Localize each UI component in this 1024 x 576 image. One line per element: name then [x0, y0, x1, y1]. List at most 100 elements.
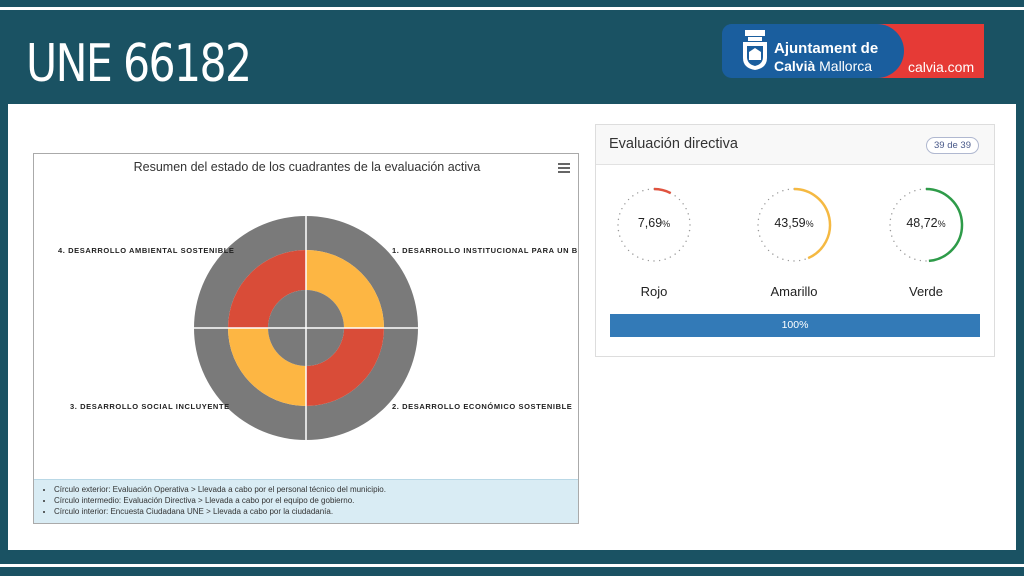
chart-title: Resumen del estado de los cuadrantes de …	[133, 160, 481, 174]
gauge-arc	[653, 187, 672, 195]
gauge-unit: %	[805, 219, 814, 229]
gauge-tick	[776, 192, 779, 194]
gauge-tick	[636, 192, 639, 194]
note-middle-circle: Círculo intermedio: Evaluación Directiva…	[54, 495, 578, 506]
gauge-tick	[685, 240, 687, 243]
gauge-tick	[674, 253, 676, 255]
logo-city: Calvià	[774, 58, 816, 74]
chart-legend-notes: Círculo exterior: Evaluación Operativa >…	[34, 479, 578, 523]
gauge-tick	[793, 260, 795, 262]
gauge-tick	[674, 195, 676, 197]
progress-bar: 100%	[610, 314, 980, 337]
quadrant-label-2: 2. DESARROLLO ECONÓMICO SOSTENIBLE	[392, 402, 573, 411]
hamburger-menu-icon[interactable]	[558, 163, 570, 173]
gauge-tick	[925, 260, 927, 262]
main-content: Resumen del estado de los cuadrantes de …	[8, 104, 1016, 550]
logo-url[interactable]: calvia.com	[908, 59, 974, 75]
gauge-tick	[908, 256, 911, 258]
gauge-tick	[889, 229, 892, 232]
logo-blue-band: Ajuntament de Calvià Mallorca	[722, 24, 904, 78]
gauge-tick	[782, 258, 784, 260]
quadrant-label-3: 3. DESARROLLO SOCIAL INCLUYENTE	[70, 402, 230, 411]
evaluation-panel: Evaluación directiva 39 de 39 7,69% Rojo…	[595, 124, 995, 357]
gauge-tick	[642, 258, 644, 260]
gauge-tick	[893, 240, 895, 243]
gauge-tick	[682, 245, 684, 247]
top-divider	[0, 7, 1024, 10]
gauge-value: 7,69%	[614, 216, 694, 230]
note-inner-circle: Círculo interior: Encuesta Ciudadana UNE…	[54, 506, 578, 517]
gauge-unit: %	[662, 219, 671, 229]
gauge-tick	[804, 258, 806, 260]
evaluation-title: Evaluación directiva	[609, 136, 738, 152]
logo-region: Mallorca	[815, 58, 873, 74]
gauge-number: 48,72	[906, 216, 938, 230]
gauge-tick	[624, 203, 626, 205]
gauge-tick	[893, 207, 895, 210]
gauge-tick	[678, 249, 681, 252]
gauge-label-rojo: Rojo	[640, 284, 668, 299]
gauge-tick	[658, 259, 661, 262]
gauge-tick	[617, 229, 620, 232]
gauge-tick	[627, 249, 630, 252]
gauge-label-verde: Verde	[909, 284, 943, 299]
gauge-tick	[632, 195, 634, 197]
gauge-amarillo: 43,59%	[754, 185, 834, 265]
gauge-tick	[798, 259, 801, 262]
gauge-tick	[919, 259, 922, 262]
gauge-tick	[621, 207, 623, 210]
gauge-tick	[685, 207, 687, 210]
gauge-tick	[687, 235, 689, 237]
gauge-tick	[761, 207, 763, 210]
gauge-tick	[669, 256, 672, 258]
gauge-tick	[896, 203, 898, 205]
gauge-tick	[782, 190, 784, 192]
page-title: UNE 66182	[26, 34, 252, 94]
logo-line-2: Calvià Mallorca	[774, 58, 872, 74]
gauge-tick	[636, 256, 639, 258]
gauge-tick	[687, 213, 689, 215]
gauge-tick	[772, 195, 774, 197]
gauge-tick	[624, 245, 626, 247]
gauge-tick	[899, 249, 902, 252]
gauge-tick	[904, 195, 906, 197]
calvia-logo[interactable]: Ajuntament de Calvià Mallorca calvia.com	[722, 24, 984, 78]
gauge-label-amarillo: Amarillo	[770, 284, 818, 299]
logo-line-1: Ajuntament de	[774, 40, 879, 57]
gauge-tick	[764, 203, 766, 205]
gauge-tick	[621, 240, 623, 243]
gauge-tick	[787, 188, 790, 191]
gauge-tick	[627, 198, 630, 201]
gauge-verde: 48,72%	[886, 185, 966, 265]
coat-of-arms-icon	[743, 30, 767, 70]
quadrant-label-1: 1. DESARROLLO INSTITUCIONAL PARA UN BUEN	[392, 246, 579, 255]
gauge-tick	[914, 190, 916, 192]
gauge-tick	[759, 235, 761, 237]
gauge-tick	[619, 213, 621, 215]
gauge-tick	[772, 253, 774, 255]
gauge-tick	[908, 192, 911, 194]
gauge-tick	[647, 259, 650, 262]
gauge-tick	[776, 256, 779, 258]
gauge-tick	[642, 190, 644, 192]
gauge-tick	[891, 235, 893, 237]
gauge-tick	[896, 245, 898, 247]
gauge-tick	[914, 258, 916, 260]
gauge-tick	[653, 260, 655, 262]
gauge-number: 7,69	[637, 216, 663, 230]
gauge-value: 48,72%	[886, 216, 966, 230]
quadrant-label-4: 4. DESARROLLO AMBIENTAL SOSTENIBLE	[58, 246, 235, 255]
evaluation-count-badge: 39 de 39	[926, 137, 979, 154]
gauge-unit: %	[937, 219, 946, 229]
gauge-tick	[678, 198, 681, 201]
gauge-tick	[664, 258, 666, 260]
gauge-tick	[761, 240, 763, 243]
evaluation-panel-header: Evaluación directiva 39 de 39	[596, 125, 994, 165]
gauge-tick	[787, 259, 790, 262]
gauge-rojo: 7,69%	[614, 185, 694, 265]
gauge-tick	[767, 249, 770, 252]
gauge-tick	[767, 198, 770, 201]
gauge-tick	[647, 188, 650, 191]
gauge-tick	[688, 229, 691, 232]
gauge-tick	[757, 229, 760, 232]
